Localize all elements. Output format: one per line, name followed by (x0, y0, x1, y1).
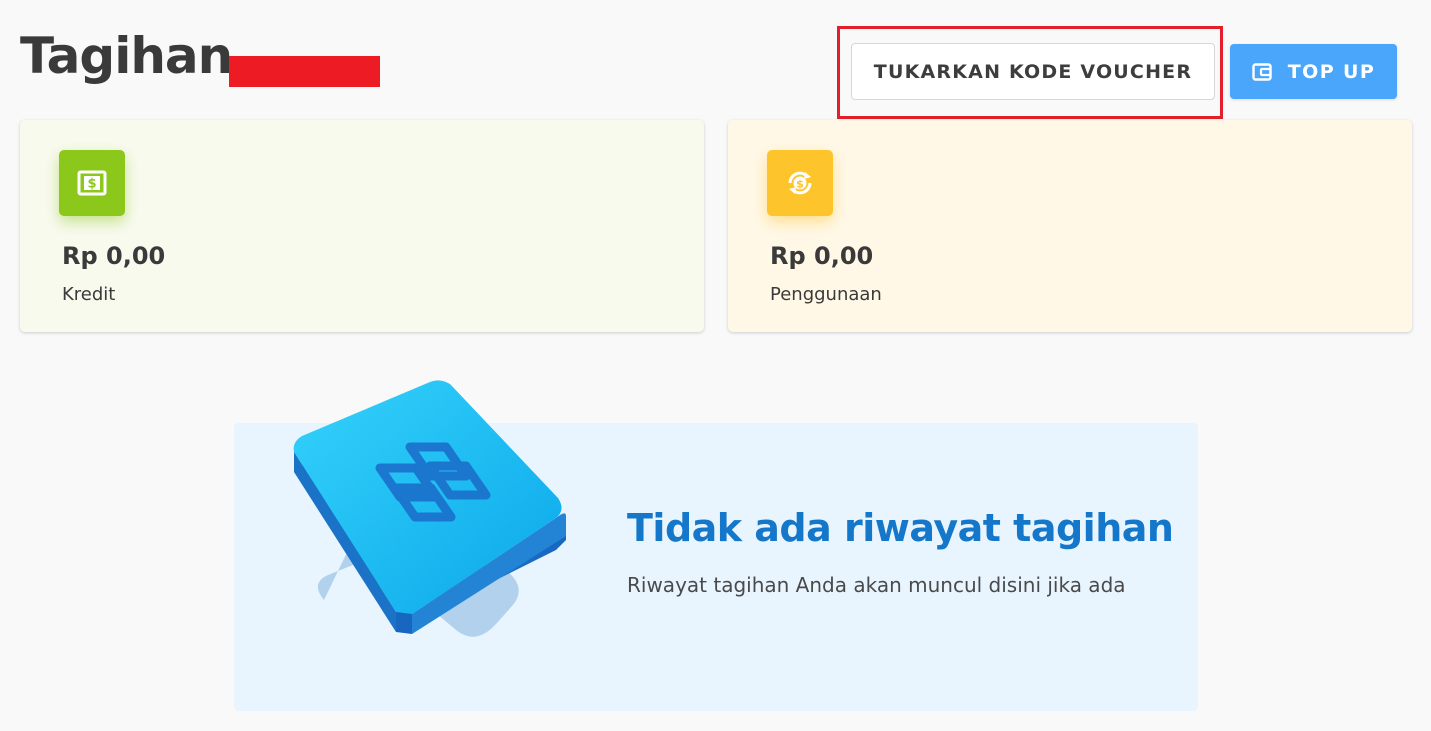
svg-text:$: $ (796, 177, 804, 190)
money-bill-icon: $ (59, 150, 125, 216)
wallet-icon (1252, 62, 1272, 81)
top-up-label: TOP UP (1287, 60, 1376, 83)
redeem-voucher-button[interactable]: TUKARKAN KODE VOUCHER (851, 43, 1215, 100)
credit-label: Kredit (62, 284, 116, 305)
credit-card: $ Rp 0,00 Kredit (20, 120, 704, 332)
page-title: Tagihan (20, 27, 233, 85)
cube-logo-illustration (280, 370, 580, 694)
credit-amount: Rp 0,00 (62, 242, 166, 270)
empty-state-title: Tidak ada riwayat tagihan (627, 506, 1174, 550)
usage-amount: Rp 0,00 (770, 242, 874, 270)
empty-state-subtitle: Riwayat tagihan Anda akan muncul disini … (627, 573, 1126, 597)
top-up-button[interactable]: TOP UP (1230, 44, 1397, 99)
svg-text:$: $ (87, 177, 96, 192)
redaction-bar (229, 56, 380, 87)
usage-card: $ Rp 0,00 Penggunaan (728, 120, 1412, 332)
usage-label: Penggunaan (770, 284, 882, 305)
coin-cycle-icon: $ (767, 150, 833, 216)
